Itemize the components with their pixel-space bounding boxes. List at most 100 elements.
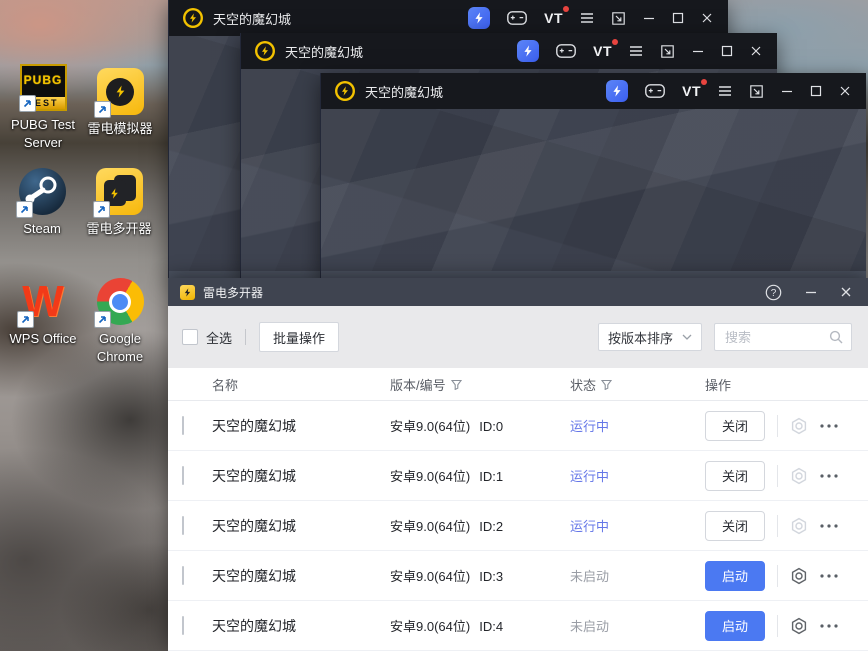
close-button[interactable] <box>701 12 713 24</box>
emulator-titlebar[interactable]: 天空的魔幻城 VT <box>241 33 777 69</box>
menu-icon[interactable] <box>718 85 732 97</box>
menu-icon[interactable] <box>580 12 594 24</box>
help-button[interactable]: ? <box>765 284 782 301</box>
gamepad-icon[interactable] <box>645 84 665 98</box>
vt-label: VT <box>544 10 563 26</box>
minimize-button[interactable] <box>692 45 704 57</box>
settings-icon[interactable] <box>790 417 808 435</box>
desktop-icon-label: Steam <box>1 220 83 238</box>
settings-icon[interactable] <box>790 567 808 585</box>
desktop-icon-label: Google Chrome <box>79 330 161 365</box>
ld-multi-icon <box>96 168 143 215</box>
notification-dot <box>612 39 618 45</box>
ldplayer-logo-icon <box>255 41 275 61</box>
chrome-icon <box>97 278 144 325</box>
instance-name: 天空的魔幻城 <box>212 566 390 586</box>
row-checkbox[interactable] <box>182 466 184 485</box>
row-checkbox[interactable] <box>182 566 184 585</box>
gamepad-icon[interactable] <box>507 11 527 25</box>
boost-icon[interactable] <box>468 7 490 29</box>
desktop-icon-pubg-test-server[interactable]: PUBG TEST PUBG Test Server <box>2 64 84 151</box>
desktop-icon-label: PUBG Test Server <box>2 116 84 151</box>
close-button[interactable] <box>839 85 851 97</box>
desktop-icon-label: 雷电多开器 <box>78 220 160 238</box>
more-options-icon[interactable] <box>820 474 838 478</box>
select-all-checkbox[interactable] <box>182 329 198 345</box>
stop-instance-button[interactable]: 关闭 <box>705 411 765 441</box>
column-header-status: 状态 <box>570 375 705 394</box>
instance-id: ID:2 <box>479 519 503 534</box>
more-options-icon[interactable] <box>820 424 838 428</box>
resize-icon[interactable] <box>749 84 764 99</box>
manager-toolbar: 全选 批量操作 按版本排序 <box>168 306 868 368</box>
ops-divider <box>777 415 778 437</box>
manager-titlebar[interactable]: 雷电多开器 ? <box>168 278 868 306</box>
search-box[interactable] <box>714 323 852 351</box>
row-checkbox[interactable] <box>182 616 184 635</box>
shortcut-arrow-icon <box>16 201 33 218</box>
more-options-icon[interactable] <box>820 624 838 628</box>
maximize-button[interactable] <box>672 12 684 24</box>
steam-icon <box>19 168 66 215</box>
vt-button[interactable]: VT <box>593 43 612 59</box>
desktop-icon-google-chrome[interactable]: Google Chrome <box>79 278 161 365</box>
vt-button[interactable]: VT <box>682 83 701 99</box>
desktop-icon-wps-office[interactable]: W WPS Office <box>2 278 84 348</box>
pubg-icon-text: PUBG <box>24 73 63 87</box>
minimize-button[interactable] <box>781 85 793 97</box>
more-options-icon[interactable] <box>820 574 838 578</box>
filter-icon[interactable] <box>451 379 462 390</box>
maximize-button[interactable] <box>721 45 733 57</box>
emulator-titlebar[interactable]: 天空的魔幻城 VT <box>321 73 866 109</box>
sort-dropdown[interactable]: 按版本排序 <box>598 323 702 351</box>
stop-instance-button[interactable]: 关闭 <box>705 461 765 491</box>
stop-instance-button[interactable]: 关闭 <box>705 511 765 541</box>
menu-icon[interactable] <box>629 45 643 57</box>
instance-version: 安卓9.0(64位) <box>390 419 470 434</box>
boost-icon[interactable] <box>606 80 628 102</box>
boost-icon[interactable] <box>517 40 539 62</box>
settings-icon[interactable] <box>790 467 808 485</box>
instance-row: 天空的魔幻城 安卓9.0(64位)ID:2 运行中 关闭 <box>168 501 868 551</box>
vt-button[interactable]: VT <box>544 10 563 26</box>
column-header-name: 名称 <box>212 375 390 394</box>
more-options-icon[interactable] <box>820 524 838 528</box>
maximize-button[interactable] <box>810 85 822 97</box>
instance-status: 运行中 <box>570 416 705 435</box>
instance-name: 天空的魔幻城 <box>212 416 390 436</box>
filter-icon[interactable] <box>601 379 612 390</box>
shortcut-arrow-icon <box>19 95 36 112</box>
desktop-icon-ld-multi-opener[interactable]: 雷电多开器 <box>78 168 160 238</box>
minimize-button[interactable] <box>805 286 817 298</box>
shortcut-arrow-icon <box>93 201 110 218</box>
settings-icon[interactable] <box>790 617 808 635</box>
row-checkbox[interactable] <box>182 416 184 435</box>
instance-row: 天空的魔幻城 安卓9.0(64位)ID:0 运行中 关闭 <box>168 401 868 451</box>
gamepad-icon[interactable] <box>556 44 576 58</box>
instance-name: 天空的魔幻城 <box>212 516 390 536</box>
settings-icon[interactable] <box>790 517 808 535</box>
row-checkbox[interactable] <box>182 516 184 535</box>
ops-divider <box>777 565 778 587</box>
shortcut-arrow-icon <box>94 101 111 118</box>
resize-icon[interactable] <box>660 44 675 59</box>
vt-label: VT <box>682 83 701 99</box>
instance-status: 运行中 <box>570 516 705 535</box>
start-instance-button[interactable]: 启动 <box>705 611 765 641</box>
search-input[interactable] <box>723 329 829 346</box>
close-button[interactable] <box>840 286 852 298</box>
ops-divider <box>777 515 778 537</box>
pubg-icon: PUBG TEST <box>20 64 67 111</box>
instance-status: 未启动 <box>570 616 705 635</box>
window-title: 天空的魔幻城 <box>285 42 363 61</box>
desktop-icon-ldplayer[interactable]: 雷电模拟器 <box>79 68 161 138</box>
desktop-icon-steam[interactable]: Steam <box>1 168 83 238</box>
minimize-button[interactable] <box>643 12 655 24</box>
wps-icon: W <box>20 278 67 325</box>
resize-icon[interactable] <box>611 11 626 26</box>
close-button[interactable] <box>750 45 762 57</box>
start-instance-button[interactable]: 启动 <box>705 561 765 591</box>
emulator-titlebar[interactable]: 天空的魔幻城 VT <box>169 0 728 36</box>
search-icon <box>829 330 843 344</box>
batch-operations-button[interactable]: 批量操作 <box>259 322 339 352</box>
